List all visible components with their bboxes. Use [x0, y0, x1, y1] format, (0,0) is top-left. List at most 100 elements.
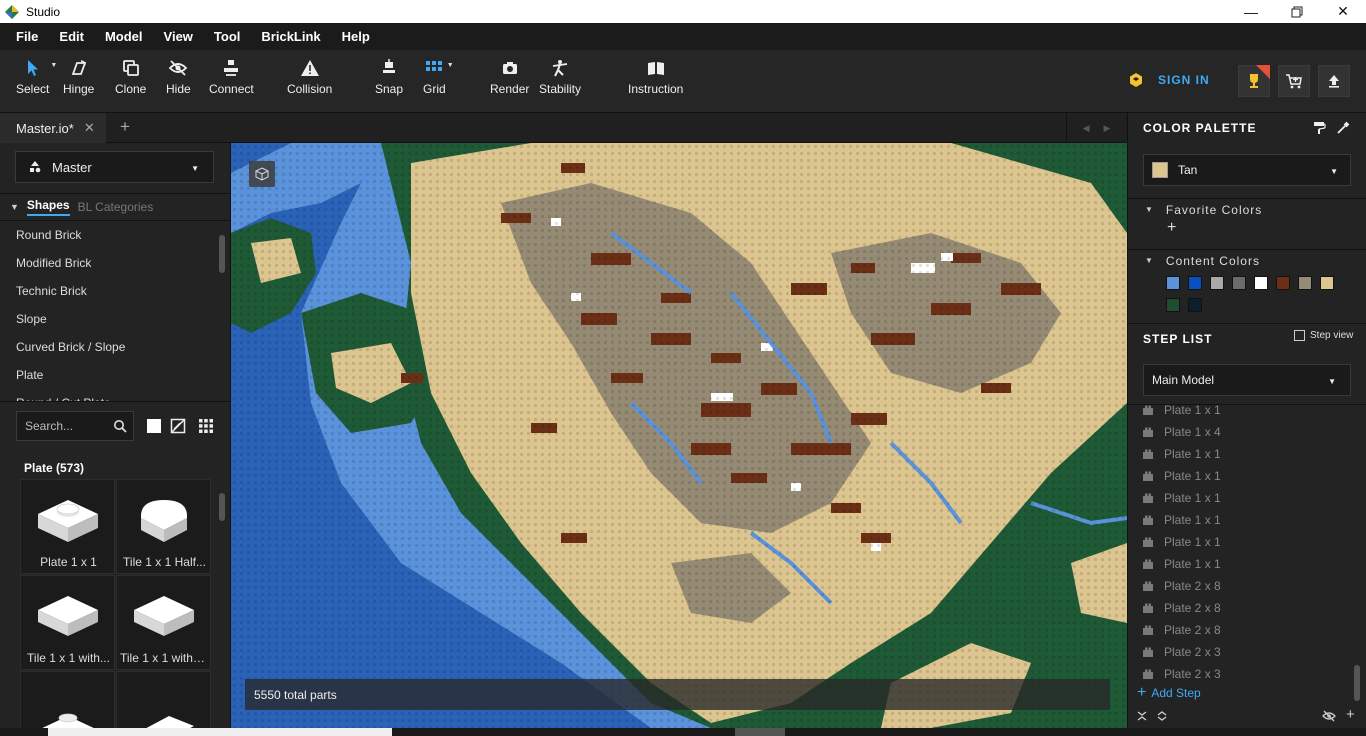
color-swatch[interactable] — [1188, 298, 1202, 312]
hide-tool-button[interactable]: Hide — [166, 58, 191, 96]
shape-list-scrollbar[interactable] — [219, 235, 225, 273]
step-item[interactable]: Plate 2 x 8 — [1142, 597, 1221, 619]
part-tile[interactable]: Tile 1 x 1 witho... — [116, 575, 211, 670]
color-swatch[interactable] — [1188, 276, 1202, 290]
color-select[interactable]: Tan ▼ — [1143, 154, 1351, 186]
view-cube-button[interactable] — [249, 161, 275, 187]
shape-category-item[interactable]: Modified Brick — [0, 249, 230, 277]
step-item[interactable]: Plate 1 x 1 — [1142, 465, 1221, 487]
search-icon[interactable] — [113, 419, 127, 433]
shape-category-item[interactable]: Plate — [0, 361, 230, 389]
step-view-checkbox[interactable]: Step view — [1294, 330, 1353, 341]
taskbar-search[interactable] — [48, 728, 392, 736]
shape-category-item[interactable]: Slope — [0, 305, 230, 333]
grid-view-icon[interactable] — [198, 418, 214, 434]
add-favorite-color-button[interactable]: + — [1167, 219, 1176, 237]
color-swatch[interactable] — [1166, 276, 1180, 290]
parts-search-input[interactable] — [25, 419, 111, 433]
step-item[interactable]: Plate 2 x 8 — [1142, 575, 1221, 597]
connect-icon — [224, 60, 239, 76]
step-item[interactable]: Plate 2 x 8 — [1142, 619, 1221, 641]
snap-tool-button[interactable]: Snap — [375, 58, 403, 96]
step-item[interactable]: Plate 1 x 1 — [1142, 553, 1221, 575]
sign-in-button[interactable]: SIGN IN — [1128, 72, 1210, 88]
color-swatch[interactable] — [1232, 276, 1246, 290]
tab-shapes[interactable]: Shapes — [26, 198, 70, 216]
color-swatch[interactable] — [1276, 276, 1290, 290]
collapse-all-icon[interactable] — [1136, 710, 1148, 722]
add-icon[interactable]: + — [1346, 706, 1355, 723]
upload-button[interactable] — [1318, 65, 1350, 97]
color-swatch[interactable] — [1210, 276, 1224, 290]
add-tab-button[interactable]: + — [120, 117, 130, 137]
part-tile[interactable] — [20, 671, 115, 728]
color-swatch[interactable] — [1320, 276, 1334, 290]
tile-1x1-without-groove-image — [134, 596, 194, 636]
parts-grid-scrollbar[interactable] — [219, 493, 225, 521]
filter-view-icon[interactable] — [170, 418, 186, 434]
part-tile[interactable]: Tile 1 x 1 with... — [20, 575, 115, 670]
step-item[interactable]: Plate 1 x 1 — [1142, 443, 1221, 465]
close-tab-icon[interactable]: ✕ — [84, 120, 95, 136]
color-swatch[interactable] — [1166, 298, 1180, 312]
minimize-icon[interactable]: — — [1228, 0, 1274, 23]
step-item[interactable]: Plate 1 x 1 — [1142, 509, 1221, 531]
grid-tool-button[interactable]: ▼ Grid — [423, 58, 454, 96]
add-step-button[interactable]: + Add Step — [1137, 684, 1201, 702]
right-panel: COLOR PALETTE Tan ▼ ▼ Favorite Colors + … — [1127, 113, 1366, 728]
stability-tool-button[interactable]: Stability — [539, 58, 581, 96]
window-title: Studio — [26, 4, 61, 19]
menu-bricklink[interactable]: BrickLink — [243, 29, 320, 44]
step-model-select[interactable]: Main Model ▼ — [1143, 364, 1351, 396]
step-item[interactable]: Plate 1 x 1 — [1142, 487, 1221, 509]
eye-slash-icon[interactable] — [1322, 710, 1336, 722]
part-tile[interactable]: Plate 1 x 1 — [20, 479, 115, 574]
taskbar-item[interactable] — [735, 728, 785, 736]
color-swatch[interactable] — [1298, 276, 1312, 290]
chevron-right-icon[interactable]: ▶ — [1104, 123, 1111, 134]
cart-button[interactable] — [1278, 65, 1310, 97]
step-item[interactable]: Plate 2 x 3 — [1142, 641, 1221, 663]
step-item[interactable]: Plate 1 x 1 — [1142, 405, 1221, 421]
instruction-tool-button[interactable]: Instruction — [628, 58, 683, 96]
menu-help[interactable]: Help — [324, 29, 370, 44]
restore-icon[interactable] — [1274, 0, 1320, 23]
shape-category-item[interactable]: Round / Cut Plate — [0, 389, 230, 401]
connect-tool-button[interactable]: Connect — [209, 58, 254, 96]
eyedropper-icon[interactable] — [1336, 121, 1350, 135]
color-swatch[interactable] — [1254, 276, 1268, 290]
step-item[interactable]: Plate 1 x 4 — [1142, 421, 1221, 443]
shape-category-item[interactable]: Technic Brick — [0, 277, 230, 305]
collision-tool-button[interactable]: Collision — [287, 58, 332, 96]
menu-tool[interactable]: Tool — [196, 29, 240, 44]
step-item[interactable]: Plate 2 x 3 — [1142, 663, 1221, 685]
menu-model[interactable]: Model — [87, 29, 143, 44]
3d-viewport[interactable]: 5550 total parts — [231, 143, 1127, 728]
menu-file[interactable]: File — [0, 29, 38, 44]
tab-bl-categories[interactable]: BL Categories — [78, 200, 154, 214]
clone-tool-button[interactable]: Clone — [115, 58, 146, 96]
render-tool-button[interactable]: Render — [490, 58, 529, 96]
tab-master[interactable]: Master.io* ✕ — [0, 113, 106, 143]
menu-edit[interactable]: Edit — [41, 29, 84, 44]
shape-category-item[interactable]: Curved Brick / Slope — [0, 333, 230, 361]
part-tile[interactable] — [116, 671, 211, 728]
step-list-scrollbar[interactable] — [1354, 665, 1360, 701]
select-tool-button[interactable]: ▼ Select — [16, 58, 57, 96]
menu-view[interactable]: View — [146, 29, 193, 44]
expand-all-icon[interactable] — [1156, 710, 1168, 722]
chevron-down-icon[interactable]: ▼ — [10, 202, 19, 212]
favorite-colors-header[interactable]: ▼ Favorite Colors — [1128, 198, 1366, 220]
part-tile[interactable]: Tile 1 x 1 Half... — [116, 479, 211, 574]
shape-category-item[interactable]: Round Brick — [0, 221, 230, 249]
chevron-left-icon[interactable]: ◀ — [1083, 123, 1090, 134]
close-icon[interactable]: ✕ — [1320, 0, 1366, 23]
solid-view-icon[interactable] — [146, 418, 162, 434]
content-colors-header[interactable]: ▼ Content Colors — [1128, 249, 1366, 271]
hinge-tool-button[interactable]: Hinge — [63, 58, 94, 96]
step-item[interactable]: Plate 1 x 1 — [1142, 531, 1221, 553]
palette-model-select[interactable]: Master ▼ — [15, 151, 214, 183]
paint-roller-icon[interactable] — [1312, 121, 1326, 135]
trophy-button[interactable] — [1238, 65, 1270, 97]
part-label: Tile 1 x 1 witho... — [120, 651, 210, 665]
